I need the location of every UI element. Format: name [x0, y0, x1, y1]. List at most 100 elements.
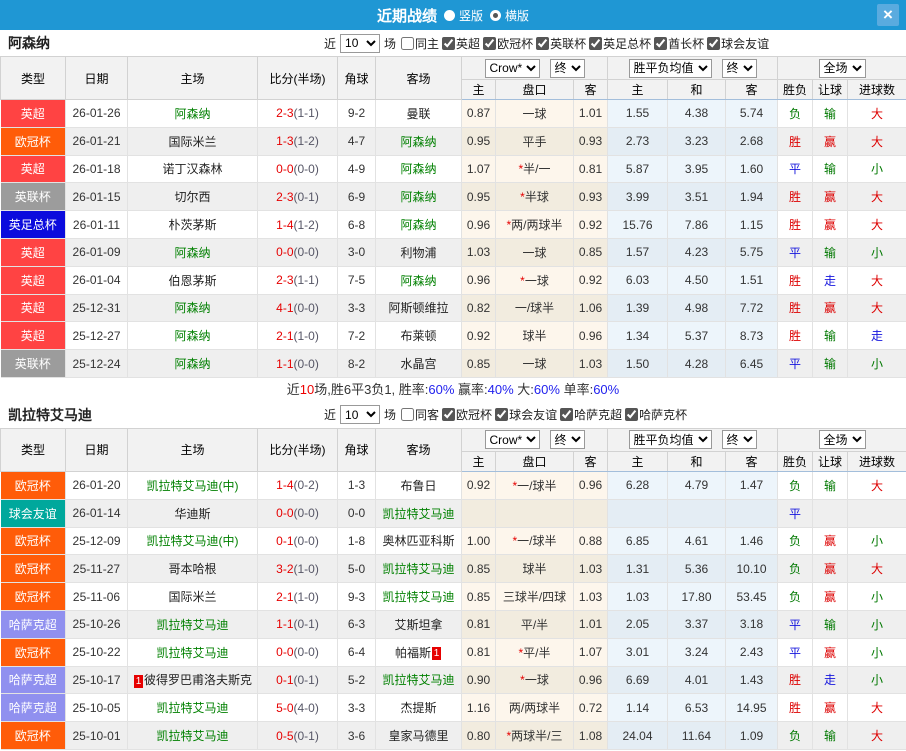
avg-away: 53.45	[724, 582, 779, 611]
league-filter[interactable]: 欧冠杯	[439, 406, 492, 423]
fulltime-score: 0-0	[276, 161, 294, 176]
goals-result-cell: 大	[847, 554, 906, 584]
final-odds-select[interactable]: 终	[549, 430, 585, 450]
games-label: 场	[384, 36, 397, 51]
away-team: 阿森纳	[375, 126, 462, 156]
type-badge: 球会友谊	[0, 498, 66, 528]
halftime-score: (1-0)	[293, 328, 319, 343]
handicap: *两/两球半	[495, 210, 574, 239]
team-label: 曼联	[406, 106, 431, 121]
away-team: 布鲁日	[375, 470, 462, 500]
avg-home: 15.76	[607, 210, 668, 239]
league-checkbox[interactable]	[654, 36, 668, 50]
league-checkbox[interactable]	[442, 408, 456, 422]
near-label: 近	[324, 36, 337, 51]
avg-home: 1.03	[607, 582, 668, 611]
handicap-result-cell: 走	[812, 265, 849, 295]
final-avg-select[interactable]: 终	[721, 58, 757, 78]
league-checkbox[interactable]	[536, 36, 550, 50]
league-filter[interactable]: 英联杯	[533, 35, 586, 52]
layout-radio-horizontal[interactable]: 横版	[490, 7, 529, 24]
handicap-result-cell: 输	[812, 99, 849, 128]
match-date: 26-01-20	[65, 470, 128, 500]
corners: 9-2	[337, 99, 376, 128]
home-team: 国际米兰	[127, 582, 258, 611]
league-filter[interactable]: 球会友谊	[704, 35, 769, 52]
match-row: 英联杯 26-01-15 切尔西 2-3(0-1) 6-9 阿森纳 0.95 *半球 0.93 3…	[0, 182, 906, 212]
type-badge: 英超	[0, 293, 66, 323]
league-checkbox[interactable]	[560, 408, 574, 422]
handicap: 三球半/四球	[495, 582, 574, 611]
column-header: 角球	[337, 56, 376, 100]
result-cell: 平	[777, 609, 814, 639]
fulltime-score: 0-1	[276, 533, 294, 548]
same-venue-checkbox[interactable]	[401, 36, 415, 50]
scope-select[interactable]: 全场	[818, 430, 866, 450]
same-venue-filter[interactable]: 同客	[398, 406, 439, 423]
summary-segment: 近	[286, 381, 300, 397]
halftime-score: (0-0)	[293, 356, 319, 371]
fulltime-score: 2-1	[276, 328, 294, 343]
final-odds-select[interactable]: 终	[549, 58, 585, 78]
bookmaker-group-header: Crow* 终	[461, 56, 608, 80]
home-team: 凯拉特艾马迪	[127, 693, 258, 723]
league-checkbox[interactable]	[625, 408, 639, 422]
league-checkbox[interactable]	[589, 36, 603, 50]
handicap-result-cell	[812, 498, 849, 528]
team-label: 水晶宫	[400, 357, 437, 372]
match-count-select[interactable]: 10	[340, 33, 381, 53]
radio-horizontal-label: 横版	[505, 8, 530, 23]
home-odds: 0.85	[461, 582, 496, 611]
same-venue-filter[interactable]: 同主	[398, 35, 439, 52]
league-filter[interactable]: 哈萨克超	[557, 406, 622, 423]
bookmaker-select[interactable]: Crow*	[484, 430, 540, 450]
avg-away: 1.47	[724, 470, 779, 500]
handicap: *半/一	[495, 154, 574, 184]
close-icon[interactable]: ×	[877, 4, 899, 26]
radio-unselected-icon[interactable]	[443, 9, 455, 21]
avg-odds-select[interactable]: 胜平负均值	[628, 58, 712, 78]
match-row: 英超 25-12-31 阿森纳 4-1(0-0) 3-3 阿斯顿维拉 0.82 一/球半 1.0…	[0, 293, 906, 323]
result-cell: 胜	[777, 126, 814, 156]
league-checkbox[interactable]	[442, 36, 456, 50]
league-checkbox[interactable]	[483, 36, 497, 50]
match-date: 25-12-24	[65, 349, 128, 378]
away-team: 水晶宫	[375, 349, 462, 378]
away-odds: 1.01	[573, 609, 608, 639]
avg-odds-select[interactable]: 胜平负均值	[628, 430, 712, 450]
home-odds: 1.03	[461, 237, 496, 267]
layout-radio-vertical[interactable]: 竖版	[443, 7, 483, 24]
bookmaker-select[interactable]: Crow*	[484, 58, 540, 78]
subcolumn-header: 和	[667, 79, 726, 100]
match-row: 哈萨克超 25-10-26 凯拉特艾马迪 1-1(0-1) 6-3 艾斯坦拿 0.81 平/半…	[0, 609, 906, 639]
team-label: 帕福斯	[394, 645, 431, 660]
league-filter[interactable]: 英超	[439, 35, 480, 52]
same-venue-checkbox[interactable]	[401, 408, 415, 422]
avg-draw: 5.37	[667, 321, 726, 351]
handicap: 一球	[495, 349, 574, 378]
home-team: 凯拉特艾马迪(中)	[127, 470, 258, 500]
avg-draw: 3.95	[667, 154, 726, 184]
stats-table: 类型 日期 主场 比分(半场) 角球 客场 Crow* 终胜平负均值终全场主盘口客主和客胜负让…	[0, 427, 906, 750]
scope-select[interactable]: 全场	[818, 58, 866, 78]
match-count-select[interactable]: 10	[340, 405, 381, 425]
league-filter[interactable]: 球会友谊	[492, 406, 557, 423]
league-checkbox[interactable]	[707, 36, 721, 50]
league-filter[interactable]: 哈萨克杯	[622, 406, 687, 423]
league-filter[interactable]: 欧冠杯	[480, 35, 533, 52]
league-filter[interactable]: 英足总杯	[586, 35, 651, 52]
league-filter[interactable]: 酋长杯	[651, 35, 704, 52]
avg-home: 6.03	[607, 265, 668, 295]
column-header: 客场	[375, 427, 462, 472]
final-avg-select[interactable]: 终	[721, 430, 757, 450]
league-checkbox[interactable]	[495, 408, 509, 422]
home-team: 凯拉特艾马迪(中)	[127, 526, 258, 556]
type-badge: 英联杯	[0, 349, 66, 378]
avg-home: 1.34	[607, 321, 668, 351]
avg-home: 1.14	[607, 693, 668, 723]
away-team: 皇家马德里	[375, 721, 462, 750]
team-label: 国际米兰	[168, 590, 217, 605]
radio-selected-icon[interactable]	[490, 9, 501, 21]
corners: 5-0	[337, 554, 376, 584]
fulltime-score: 0-5	[276, 728, 294, 743]
